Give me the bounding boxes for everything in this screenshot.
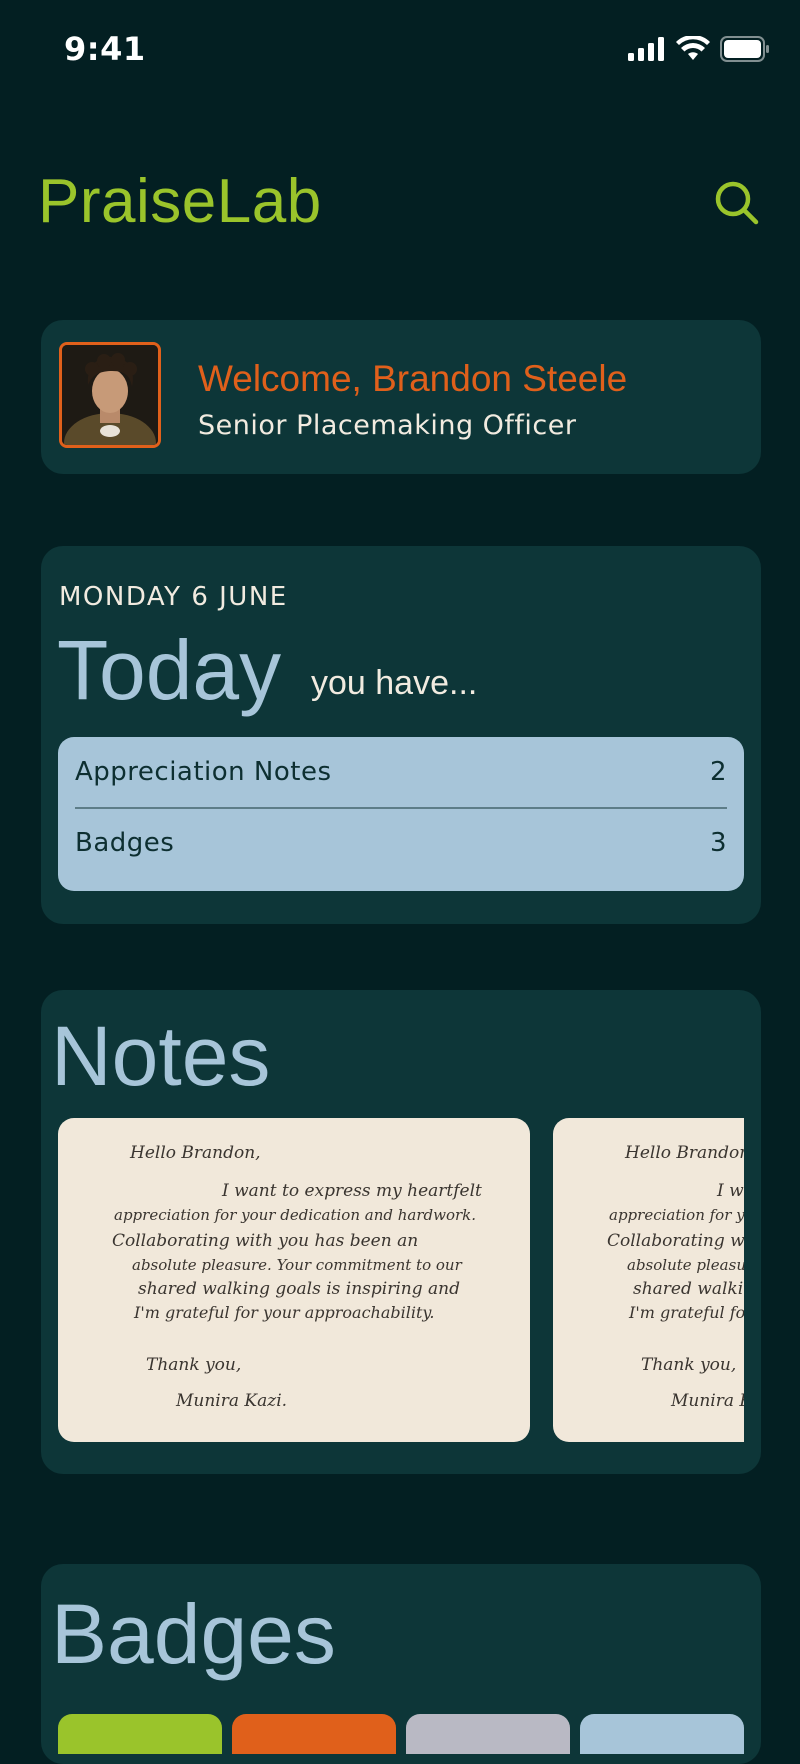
status-icons bbox=[628, 36, 770, 62]
summary-row-badges[interactable]: Badges 3 bbox=[75, 808, 727, 878]
battery-icon bbox=[720, 36, 769, 62]
today-subheading: you have... bbox=[311, 664, 478, 702]
today-card: MONDAY 6 JUNE Today you have... Apprecia… bbox=[41, 546, 761, 924]
status-bar: 9:41 bbox=[0, 0, 800, 100]
note-card[interactable]: Hello Brandon, I want to express my hear… bbox=[553, 1118, 744, 1442]
app-title: PraiseLab bbox=[38, 167, 322, 236]
notes-card: Notes Hello Brandon, I want to express m… bbox=[41, 990, 761, 1474]
badge-tile[interactable] bbox=[58, 1714, 222, 1754]
note-line: shared walking goals is inspiring and bbox=[633, 1279, 744, 1299]
today-date: MONDAY 6 JUNE bbox=[59, 582, 288, 612]
note-line: appreciation for your dedication and har… bbox=[114, 1206, 476, 1224]
note-line: Hello Brandon, bbox=[624, 1143, 744, 1163]
wifi-icon bbox=[676, 36, 710, 60]
note-card[interactable]: Hello Brandon, I want to express my hear… bbox=[58, 1118, 530, 1442]
badge-tile[interactable] bbox=[406, 1714, 570, 1754]
note-line: Munira Kazi. bbox=[175, 1391, 287, 1411]
search-icon bbox=[715, 181, 759, 225]
summary-row-count: 3 bbox=[709, 828, 727, 858]
summary-row-label: Appreciation Notes bbox=[75, 757, 332, 787]
note-line: absolute pleasure. Your commitment to ou… bbox=[627, 1256, 744, 1274]
note-line: absolute pleasure. Your commitment to ou… bbox=[132, 1256, 463, 1274]
summary-row-count: 2 bbox=[709, 757, 727, 787]
note-line: Thank you, bbox=[146, 1355, 241, 1375]
note-line: Munira Kazi. bbox=[670, 1391, 744, 1411]
note-line: I want to express my heartfelt bbox=[716, 1181, 744, 1201]
note-line: I want to express my heartfelt bbox=[221, 1181, 482, 1201]
welcome-name: Welcome, Brandon Steele bbox=[198, 358, 628, 399]
welcome-role: Senior Placemaking Officer bbox=[198, 410, 577, 441]
search-button[interactable] bbox=[712, 178, 762, 228]
badges-title: Badges bbox=[51, 1587, 336, 1681]
welcome-card: Welcome, Brandon Steele Senior Placemaki… bbox=[41, 320, 761, 474]
note-line: Collaborating with you has been an bbox=[112, 1231, 418, 1251]
signal-icon bbox=[628, 37, 664, 61]
today-heading: Today bbox=[57, 623, 282, 717]
notes-title: Notes bbox=[51, 1009, 271, 1103]
note-line: Thank you, bbox=[641, 1355, 736, 1375]
notes-carousel[interactable]: Hello Brandon, I want to express my hear… bbox=[58, 1118, 744, 1442]
badges-card: Badges bbox=[41, 1564, 761, 1764]
note-line: I'm grateful for your approachability. bbox=[628, 1303, 744, 1322]
summary-row-appreciation-notes[interactable]: Appreciation Notes 2 bbox=[75, 737, 727, 807]
avatar[interactable] bbox=[59, 342, 161, 448]
note-line: Collaborating with you has been an bbox=[607, 1231, 744, 1251]
badge-tile[interactable] bbox=[580, 1714, 744, 1754]
badge-tile[interactable] bbox=[232, 1714, 396, 1754]
note-line: shared walking goals is inspiring and bbox=[138, 1279, 460, 1299]
note-line: Hello Brandon, bbox=[129, 1143, 261, 1163]
summary-row-label: Badges bbox=[75, 828, 175, 858]
today-summary-list: Appreciation Notes 2 Badges 3 bbox=[58, 737, 744, 891]
note-line: appreciation for your dedication and har… bbox=[609, 1206, 744, 1224]
status-time: 9:41 bbox=[64, 30, 146, 68]
note-line: I'm grateful for your approachability. bbox=[133, 1303, 434, 1322]
